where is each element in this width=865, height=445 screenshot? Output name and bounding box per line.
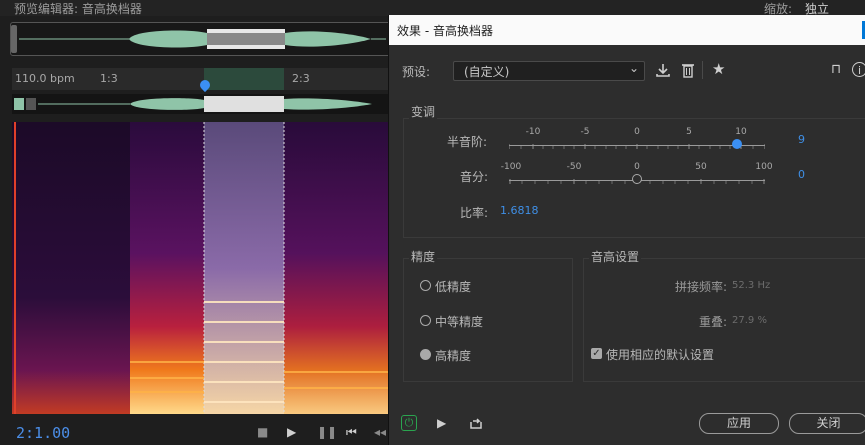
- default-settings-checkbox[interactable]: ✓: [591, 348, 602, 359]
- skip-to-start-button[interactable]: ⏮: [346, 425, 357, 440]
- cents-value[interactable]: 0: [798, 168, 805, 181]
- ratio-label: 比率:: [460, 206, 489, 220]
- preset-dropdown[interactable]: (自定义) ⌄: [453, 61, 645, 81]
- preset-label: 预设:: [402, 65, 431, 79]
- medium-precision-radio[interactable]: [420, 315, 431, 326]
- editor-title: 预览编辑器: 音高换档器: [14, 2, 142, 16]
- tick-label: 100: [755, 162, 773, 172]
- tick-label: 10: [735, 127, 747, 137]
- high-precision-label[interactable]: 高精度: [435, 347, 471, 364]
- favorite-star-icon[interactable]: ★: [712, 61, 725, 77]
- overlap-value: 27.9 %: [732, 315, 767, 326]
- overview-waveform-graphic: [11, 25, 386, 53]
- stop-button[interactable]: ■: [257, 425, 268, 439]
- info-icon[interactable]: i: [852, 62, 865, 77]
- ruler-mark: 1:3: [100, 72, 118, 85]
- toolbar-divider: [702, 61, 703, 79]
- chevron-down-icon: ⌄: [628, 61, 639, 75]
- cents-thumb[interactable]: [632, 174, 642, 184]
- current-time-display: 2:1.00: [16, 424, 71, 442]
- cents-label: 音分:: [460, 170, 489, 184]
- dialog-title-bar[interactable]: 效果 - 音高换档器: [389, 15, 865, 45]
- apply-button[interactable]: 应用: [699, 413, 779, 434]
- timeline-ruler[interactable]: 110.0 bpm 1:3 2:3: [12, 68, 392, 93]
- high-precision-radio[interactable]: [420, 349, 431, 360]
- semitones-value[interactable]: 9: [798, 133, 805, 146]
- semitones-label: 半音阶:: [447, 135, 488, 149]
- track-waveform[interactable]: [12, 94, 392, 114]
- selection-range[interactable]: [204, 68, 284, 90]
- tick-label: 0: [634, 127, 640, 137]
- semitones-thumb[interactable]: [732, 139, 742, 149]
- delete-preset-icon[interactable]: [680, 62, 696, 81]
- tick-label: -10: [525, 127, 541, 137]
- overview-waveform[interactable]: [10, 22, 392, 56]
- tick-label: 5: [686, 127, 692, 137]
- overlap-label: 重叠:: [699, 315, 728, 329]
- track-waveform-graphic: [14, 96, 372, 112]
- bpm-readout: 110.0 bpm: [15, 72, 75, 85]
- close-button[interactable]: 关闭: [789, 413, 865, 434]
- medium-precision-label[interactable]: 中等精度: [435, 313, 483, 330]
- pitch-settings-title: 音高设置: [589, 248, 642, 265]
- default-settings-label[interactable]: 使用相应的默认设置: [606, 346, 714, 363]
- pitch-shifter-dialog: 效果 - 音高换档器 预设: (自定义) ⌄ ★ ⊓ i 变调 半音阶: -10…: [388, 15, 865, 445]
- tick-label: 50: [695, 162, 707, 172]
- spectrogram-graphic: [12, 122, 388, 414]
- ruler-mark: 2:3: [292, 72, 310, 85]
- splice-frequency-label: 拼接频率:: [675, 280, 728, 294]
- pitch-transpose-title: 变调: [409, 103, 438, 120]
- ratio-value[interactable]: 1.6818: [500, 204, 539, 217]
- save-preset-icon[interactable]: [655, 62, 671, 81]
- tick-label: -50: [566, 162, 582, 172]
- preset-value: (自定义): [464, 65, 510, 79]
- semitones-track[interactable]: [509, 145, 765, 146]
- tick-label: 0: [634, 162, 640, 172]
- low-precision-radio[interactable]: [420, 280, 431, 291]
- power-icon[interactable]: ⏻: [401, 415, 417, 431]
- tick-label: -5: [580, 127, 590, 137]
- loop-icon[interactable]: [468, 415, 484, 434]
- rewind-button[interactable]: ◂◂: [374, 425, 386, 439]
- low-precision-label[interactable]: 低精度: [435, 278, 471, 295]
- dialog-title: 效果 - 音高换档器: [397, 24, 493, 38]
- pause-button[interactable]: ❚❚: [317, 425, 337, 439]
- preview-play-button[interactable]: ▶: [437, 416, 446, 430]
- spectral-display[interactable]: [12, 122, 388, 414]
- routing-icon[interactable]: ⊓: [831, 62, 841, 78]
- tick-label: -100: [500, 162, 522, 172]
- precision-title: 精度: [409, 248, 438, 265]
- splice-frequency-value: 52.3 Hz: [732, 280, 771, 291]
- play-button[interactable]: ▶: [287, 425, 296, 439]
